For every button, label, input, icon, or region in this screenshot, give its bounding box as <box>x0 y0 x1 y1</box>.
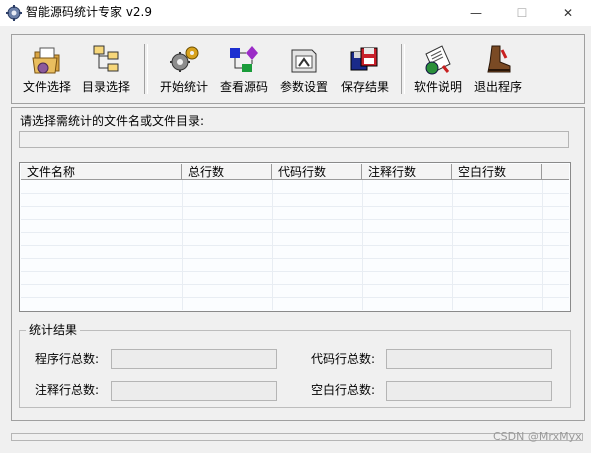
file-select-label: 文件选择 <box>22 80 71 94</box>
close-icon: ✕ <box>562 6 574 20</box>
maximize-button[interactable]: ☐ <box>499 0 545 26</box>
file-prompt-label: 请选择需统计的文件名或文件目录: <box>20 114 205 128</box>
flowchart-icon <box>230 46 258 72</box>
code-lines-label: 代码行总数: <box>311 352 376 366</box>
dir-select-button[interactable]: 目录选择 <box>76 42 136 98</box>
column-header-comment-lines[interactable]: 注释行数 <box>362 164 452 180</box>
maximize-icon: ☐ <box>516 6 528 20</box>
row-gridline <box>21 193 569 194</box>
file-select-icon <box>32 47 60 74</box>
settings-panel-icon <box>291 49 317 73</box>
save-results-label: 保存结果 <box>340 80 389 94</box>
exit-label: 退出程序 <box>473 80 522 94</box>
column-header-filler <box>542 164 569 180</box>
close-button[interactable]: ✕ <box>545 0 591 26</box>
app-gear-icon <box>6 5 22 21</box>
comment-lines-field <box>111 381 277 401</box>
dir-select-label: 目录选择 <box>81 80 130 94</box>
settings-button[interactable]: 参数设置 <box>274 42 334 98</box>
folder-tree-icon <box>93 45 119 72</box>
code-lines-field <box>386 349 552 369</box>
file-select-button[interactable]: 文件选择 <box>17 42 77 98</box>
column-header-filename[interactable]: 文件名称 <box>21 164 182 180</box>
blank-lines-label: 空白行总数: <box>311 383 376 397</box>
column-header-code-lines[interactable]: 代码行数 <box>272 164 362 180</box>
results-group-title: 统计结果 <box>26 323 81 337</box>
minimize-icon: — <box>470 6 482 20</box>
view-source-label: 查看源码 <box>219 80 268 94</box>
blank-lines-field <box>386 381 552 401</box>
save-results-button[interactable]: 保存结果 <box>335 42 395 98</box>
program-lines-field <box>111 349 277 369</box>
start-stats-button[interactable]: 开始统计 <box>154 42 214 98</box>
row-gridline <box>21 245 569 246</box>
window-title: 智能源码统计专家 v2.9 <box>26 5 153 19</box>
boot-exit-icon <box>487 45 511 73</box>
toolbar-separator <box>144 44 148 94</box>
row-gridline <box>21 206 569 207</box>
column-header-blank-lines[interactable]: 空白行数 <box>452 164 542 180</box>
column-header-total-lines[interactable]: 总行数 <box>182 164 272 180</box>
document-globe-icon <box>425 45 451 75</box>
row-gridline <box>21 297 569 298</box>
minimize-button[interactable]: — <box>453 0 499 26</box>
about-label: 软件说明 <box>413 80 462 94</box>
exit-button[interactable]: 退出程序 <box>468 42 528 98</box>
row-gridline <box>21 219 569 220</box>
floppy-disks-icon <box>350 47 378 71</box>
row-gridline <box>21 271 569 272</box>
start-stats-label: 开始统计 <box>159 80 208 94</box>
settings-label: 参数设置 <box>279 80 328 94</box>
results-table[interactable] <box>19 162 571 312</box>
program-lines-label: 程序行总数: <box>35 352 100 366</box>
row-gridline <box>21 258 569 259</box>
file-path-input[interactable] <box>19 131 569 148</box>
row-gridline <box>21 232 569 233</box>
about-button[interactable]: 软件说明 <box>408 42 468 98</box>
view-source-button[interactable]: 查看源码 <box>214 42 274 98</box>
watermark-text: CSDN @MrxMyx <box>493 430 582 443</box>
row-gridline <box>21 284 569 285</box>
gears-icon <box>170 46 199 72</box>
comment-lines-label: 注释行总数: <box>35 383 100 397</box>
